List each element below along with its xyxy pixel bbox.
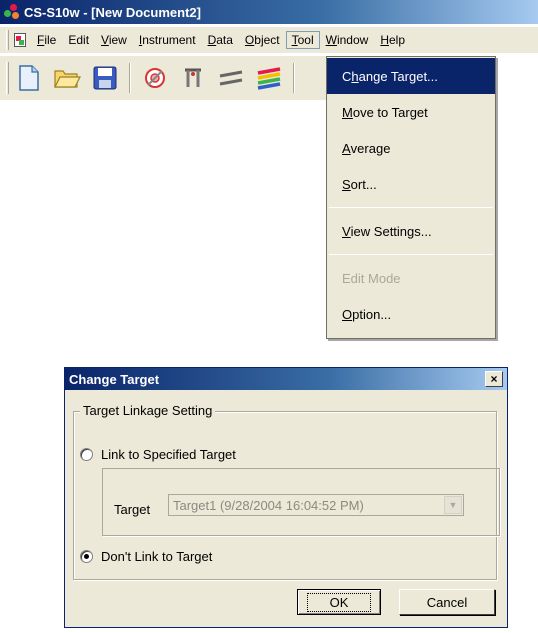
ok-button[interactable]: OK bbox=[297, 589, 381, 615]
menu-object[interactable]: Object bbox=[239, 31, 286, 49]
chevron-down-icon: ▼ bbox=[444, 496, 462, 514]
menu-item-option-mnemonic: O bbox=[342, 306, 353, 322]
menu-data-mnemonic: D bbox=[207, 33, 217, 47]
lines-icon[interactable] bbox=[215, 62, 247, 94]
menu-tool[interactable]: Tool bbox=[285, 31, 320, 49]
target-select: Target1 (9/28/2004 16:04:52 PM) ▼ bbox=[168, 494, 464, 516]
menu-help[interactable]: Help bbox=[374, 31, 411, 49]
target-linkage-group: Target Linkage Setting Link to Specified… bbox=[73, 403, 500, 580]
target-select-value: Target1 (9/28/2004 16:04:52 PM) bbox=[173, 497, 364, 513]
menu-item-change-target-mnemonic: h bbox=[351, 68, 359, 84]
menu-item-option[interactable]: Option... bbox=[327, 296, 495, 332]
radio-button-dont-link[interactable] bbox=[80, 550, 93, 563]
menu-item-average-label: verage bbox=[350, 140, 391, 156]
dialog-titlebar[interactable]: Change Target × bbox=[65, 368, 507, 390]
menu-view-label: iew bbox=[108, 33, 127, 47]
target-icon[interactable] bbox=[139, 62, 171, 94]
menu-file[interactable]: File bbox=[31, 31, 62, 49]
menu-tool-label: ool bbox=[297, 33, 314, 47]
menu-separator bbox=[329, 254, 493, 255]
new-document-icon[interactable] bbox=[13, 62, 45, 94]
menu-window[interactable]: Window bbox=[320, 31, 375, 49]
menu-item-edit-mode-label: Edit Mode bbox=[342, 270, 401, 286]
menu-window-label: indow bbox=[336, 33, 369, 47]
menu-item-change-target-label: ange Target... bbox=[358, 68, 438, 84]
menu-item-view-settings[interactable]: View Settings... bbox=[327, 213, 495, 249]
layers-icon[interactable] bbox=[253, 62, 285, 94]
cancel-button[interactable]: Cancel bbox=[399, 589, 495, 615]
menu-help-label: elp bbox=[389, 33, 406, 47]
menu-edit-label: Edit bbox=[68, 33, 90, 47]
menu-instrument[interactable]: Instrument bbox=[133, 31, 202, 49]
instrument-icon[interactable] bbox=[177, 62, 209, 94]
menu-item-average[interactable]: Average bbox=[327, 130, 495, 166]
menu-item-edit-mode: Edit Mode bbox=[327, 260, 495, 296]
window-titlebar[interactable]: CS-S10w - [New Document2] bbox=[0, 0, 538, 24]
menubar: File Edit View Instrument Data Object To… bbox=[0, 27, 538, 53]
menu-item-sort-mnemonic: S bbox=[342, 176, 351, 192]
menu-window-mnemonic: W bbox=[325, 33, 337, 47]
menubar-grip[interactable] bbox=[6, 30, 9, 50]
toolbar-separator bbox=[129, 63, 131, 93]
toolbar-grip[interactable] bbox=[6, 62, 9, 94]
radio-link-label: Link to Specified Target bbox=[101, 447, 240, 462]
menu-item-view-settings-label: iew Settings... bbox=[350, 223, 432, 239]
open-folder-icon[interactable] bbox=[51, 62, 83, 94]
menu-data[interactable]: Data bbox=[202, 31, 239, 49]
menu-view-mnemonic: V bbox=[101, 33, 109, 47]
radio-dont-link-to-target[interactable]: Don't Link to Target bbox=[80, 549, 212, 564]
save-disk-icon[interactable] bbox=[89, 62, 121, 94]
document-menu-icon[interactable] bbox=[13, 32, 29, 48]
menu-item-view-settings-mnemonic: V bbox=[342, 223, 351, 239]
radio-button-link[interactable] bbox=[80, 448, 93, 461]
menu-item-move-to-target-label: ove to Target bbox=[352, 104, 428, 120]
menu-separator bbox=[329, 207, 493, 208]
menu-item-average-mnemonic: A bbox=[342, 140, 351, 156]
dialog-title: Change Target bbox=[69, 371, 160, 387]
radio-link-to-target[interactable]: Link to Specified Target bbox=[80, 447, 240, 462]
group-label: Target Linkage Setting bbox=[80, 403, 216, 418]
menu-edit[interactable]: Edit bbox=[62, 31, 95, 49]
menu-item-change-target[interactable]: Ch ange Target... bbox=[327, 58, 495, 94]
menu-item-sort[interactable]: Sort... bbox=[327, 166, 495, 202]
menu-instrument-label: nstrument bbox=[142, 33, 196, 47]
menu-data-label: ata bbox=[216, 33, 233, 47]
menu-view[interactable]: View bbox=[95, 31, 133, 49]
window-title: CS-S10w - [New Document2] bbox=[24, 4, 201, 20]
menu-item-sort-label: ort... bbox=[350, 176, 377, 192]
menu-item-move-to-target-mnemonic: M bbox=[342, 104, 353, 120]
toolbar-separator-end bbox=[293, 63, 295, 93]
close-icon[interactable]: × bbox=[485, 371, 503, 387]
radio-dont-link-label: Don't Link to Target bbox=[101, 549, 213, 564]
menu-file-label: ile bbox=[44, 33, 57, 47]
menu-help-mnemonic: H bbox=[380, 33, 389, 47]
menu-object-mnemonic: O bbox=[244, 33, 255, 47]
app-logo-icon bbox=[4, 4, 20, 20]
menu-object-label: bject bbox=[254, 33, 280, 47]
change-target-dialog: Change Target × Target Linkage Setting L… bbox=[64, 367, 508, 628]
menu-item-change-target-pre: C bbox=[342, 68, 352, 84]
menu-item-option-label: ption... bbox=[352, 306, 392, 322]
cancel-button-label: Cancel bbox=[426, 594, 468, 610]
target-label: Target bbox=[114, 502, 151, 517]
tool-menu-dropdown: Ch ange Target... Move to Target Average … bbox=[326, 56, 496, 339]
toolbar bbox=[0, 56, 330, 100]
menu-item-move-to-target[interactable]: Move to Target bbox=[327, 94, 495, 130]
ok-button-label: OK bbox=[306, 592, 372, 612]
